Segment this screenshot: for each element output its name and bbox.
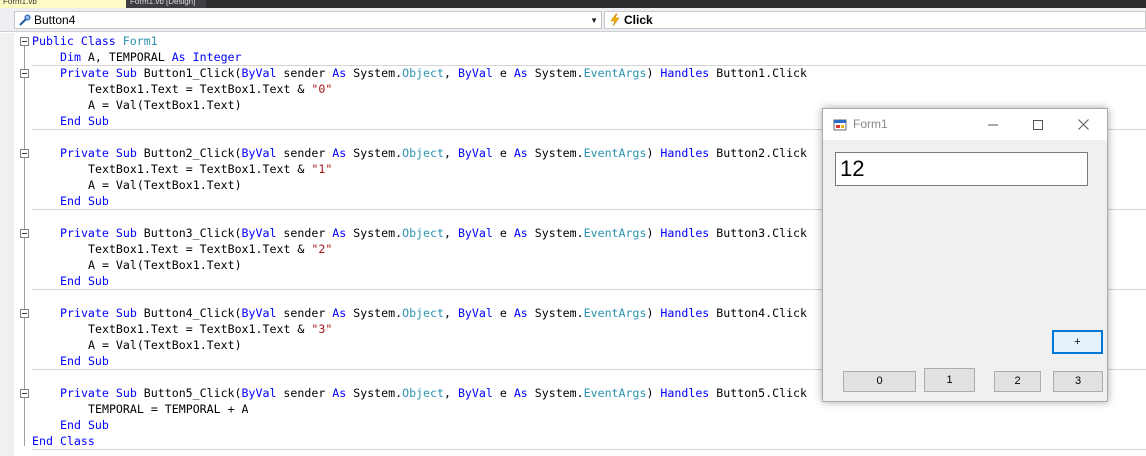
collapse-sub3-icon[interactable] (20, 229, 29, 238)
code-line-end-class: End Class (32, 434, 95, 448)
code-line-end-sub: End Sub (60, 114, 109, 128)
collapse-sub5-icon[interactable] (20, 389, 29, 398)
button-1[interactable]: 1 (924, 368, 975, 392)
code-line-sub-decl: Private Sub Button2_Click(ByVal sender A… (60, 146, 808, 160)
form1-title: Form1 (853, 117, 888, 131)
collapse-sub1-icon[interactable] (20, 69, 29, 78)
minimize-button[interactable] (971, 109, 1015, 140)
button-0[interactable]: 0 (843, 371, 916, 392)
document-tab-strip: Form1.vb Form1.vb [Design] (0, 0, 1146, 8)
lightning-icon (610, 13, 620, 27)
code-navigation-bar: Button4 ▼ Click (0, 8, 1146, 32)
code-line-val: A = Val(TextBox1.Text) (88, 338, 242, 352)
event-dropdown[interactable]: Click (604, 11, 1146, 29)
code-line-class: Public Class Form1 (32, 34, 158, 48)
editor-gutter (0, 33, 14, 456)
code-line-val: A = Val(TextBox1.Text) (88, 98, 242, 112)
button-3[interactable]: 3 (1053, 371, 1103, 392)
procedure-separator (32, 449, 1146, 450)
collapse-sub2-icon[interactable] (20, 149, 29, 158)
code-line-end-sub: End Sub (60, 274, 109, 288)
winform-icon (833, 119, 847, 131)
form1-window[interactable]: Form1 12 + 0 1 2 3 (822, 108, 1108, 402)
code-line-temporal: TEMPORAL = TEMPORAL + A (88, 402, 249, 416)
code-line-val: A = Val(TextBox1.Text) (88, 178, 242, 192)
code-line-dim: Dim A, TEMPORAL As Integer (60, 50, 242, 64)
code-line-sub-decl: Private Sub Button1_Click(ByVal sender A… (60, 66, 808, 80)
code-line-assign: TextBox1.Text = TextBox1.Text & "3" (88, 322, 333, 336)
maximize-button[interactable] (1016, 109, 1060, 140)
close-icon (1077, 119, 1089, 130)
plus-button[interactable]: + (1052, 330, 1103, 354)
event-dropdown-value: Click (624, 13, 653, 27)
collapse-class-icon[interactable] (20, 37, 29, 46)
textbox1[interactable]: 12 (835, 152, 1088, 186)
outline-line-class (24, 46, 25, 446)
object-dropdown-value: Button4 (34, 13, 76, 27)
form1-titlebar[interactable]: Form1 (823, 109, 1107, 140)
code-line-assign: TextBox1.Text = TextBox1.Text & "0" (88, 82, 333, 96)
minimize-icon (988, 124, 998, 126)
chevron-down-icon[interactable]: ▼ (590, 13, 598, 28)
code-line-end-sub: End Sub (60, 418, 109, 432)
code-line-assign: TextBox1.Text = TextBox1.Text & "1" (88, 162, 333, 176)
object-dropdown[interactable]: Button4 ▼ (14, 11, 602, 29)
button-2[interactable]: 2 (994, 371, 1041, 392)
code-line-sub-decl: Private Sub Button3_Click(ByVal sender A… (60, 226, 808, 240)
code-line-sub-decl: Private Sub Button5_Click(ByVal sender A… (60, 386, 808, 400)
tab-form1-design[interactable]: Form1.vb [Design] (126, 0, 206, 8)
collapse-sub4-icon[interactable] (20, 309, 29, 318)
code-line-val: A = Val(TextBox1.Text) (88, 258, 242, 272)
component-icon (19, 14, 31, 26)
code-line-assign: TextBox1.Text = TextBox1.Text & "2" (88, 242, 333, 256)
code-line-sub-decl: Private Sub Button4_Click(ByVal sender A… (60, 306, 808, 320)
code-line-end-sub: End Sub (60, 194, 109, 208)
maximize-icon (1033, 119, 1043, 130)
tab-form1-vb[interactable]: Form1.vb (0, 0, 126, 8)
close-button[interactable] (1061, 109, 1105, 140)
code-line-end-sub: End Sub (60, 354, 109, 368)
